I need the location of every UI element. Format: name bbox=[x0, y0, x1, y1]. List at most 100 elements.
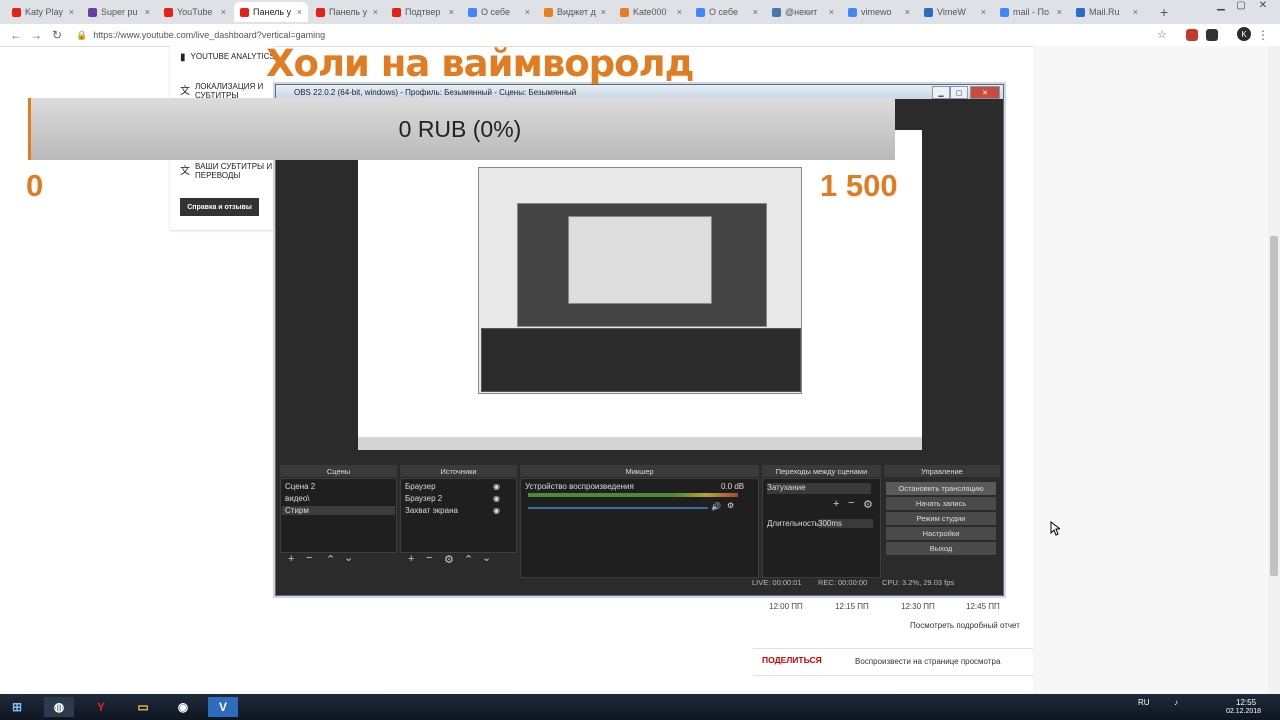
language-indicator[interactable]: RU bbox=[1138, 698, 1150, 707]
tab-close-icon[interactable]: × bbox=[981, 7, 986, 17]
tab-share[interactable]: ПОДЕЛИТЬСЯ bbox=[762, 655, 822, 665]
folder-icon[interactable]: ▭ bbox=[128, 697, 158, 717]
scene-item[interactable]: Сцена 2 bbox=[285, 482, 315, 491]
tab-close-icon[interactable]: × bbox=[449, 7, 454, 17]
studio-mode-button[interactable]: Режим студии bbox=[886, 512, 996, 525]
browser-tab[interactable]: О себе × bbox=[690, 2, 764, 22]
visibility-eye-icon[interactable]: ◉ bbox=[493, 482, 500, 491]
browser-tab[interactable]: mail - По × bbox=[994, 2, 1068, 22]
tab-close-icon[interactable]: × bbox=[525, 7, 530, 17]
tab-close-icon[interactable]: × bbox=[1133, 7, 1138, 17]
vimeworld-icon[interactable]: V bbox=[208, 697, 238, 717]
browser-tab[interactable]: Super pu × bbox=[82, 2, 156, 22]
browser-tab[interactable]: Панель у × bbox=[310, 2, 384, 22]
browser-tab[interactable]: Виджет д × bbox=[538, 2, 612, 22]
move-down-icon[interactable]: ⌄ bbox=[344, 551, 353, 564]
clock-time[interactable]: 12:55 bbox=[1236, 698, 1256, 707]
clock-date[interactable]: 02.12.2018 bbox=[1226, 708, 1261, 715]
browser-tab[interactable]: Katy Play × bbox=[6, 2, 80, 22]
rec-status: REC: 00:00:00 bbox=[818, 578, 868, 587]
tab-close-icon[interactable]: × bbox=[905, 7, 910, 17]
page-scroll-thumb[interactable] bbox=[1270, 236, 1278, 576]
browser-tab[interactable]: О себе × bbox=[462, 2, 536, 22]
speaker-icon[interactable]: 🔊 bbox=[711, 502, 721, 511]
sidebar-item-analytics[interactable]: ▮ YOUTUBE ANALYTICS bbox=[180, 52, 275, 63]
browser-tab[interactable]: Панель у × bbox=[234, 2, 308, 22]
stop-streaming-button[interactable]: Остановить трансляцию bbox=[886, 482, 996, 495]
settings-button[interactable]: Настройки bbox=[886, 527, 996, 540]
help-feedback-button[interactable]: Справка и отзывы bbox=[180, 198, 259, 216]
browser-tab[interactable]: Подтвер × bbox=[386, 2, 460, 22]
visibility-eye-icon[interactable]: ◉ bbox=[493, 506, 500, 515]
obs-maximize-icon[interactable]: ▢ bbox=[950, 86, 968, 99]
translate-icon: 文 bbox=[180, 166, 190, 177]
chrome-icon[interactable]: ◍ bbox=[44, 697, 74, 717]
exit-button[interactable]: Выход bbox=[886, 542, 996, 555]
move-down-icon[interactable]: ⌄ bbox=[482, 551, 491, 564]
detailed-report-link[interactable]: Посмотреть подробный отчет bbox=[910, 621, 1020, 630]
back-icon[interactable]: ← bbox=[10, 28, 22, 42]
visibility-eye-icon[interactable]: ◉ bbox=[493, 494, 500, 503]
remove-source-icon[interactable]: − bbox=[426, 552, 432, 564]
close-window-icon[interactable]: ✕ bbox=[1254, 0, 1272, 11]
browser-tab[interactable]: @некит × bbox=[766, 2, 840, 22]
tab-close-icon[interactable]: × bbox=[1057, 7, 1062, 17]
source-item[interactable]: Браузер 2 bbox=[405, 494, 442, 503]
transition-select[interactable]: Затухание bbox=[767, 483, 871, 494]
new-tab-button[interactable]: + bbox=[1160, 4, 1168, 20]
tab-close-icon[interactable]: × bbox=[373, 7, 378, 17]
obs-minimize-icon[interactable]: ▁ bbox=[932, 86, 950, 99]
browser-tab[interactable]: VimeW × bbox=[918, 2, 992, 22]
volume-icon[interactable]: ♪ bbox=[1174, 698, 1178, 707]
bookmark-star-icon[interactable]: ☆ bbox=[1157, 28, 1167, 41]
scene-item[interactable]: видео\ bbox=[285, 494, 310, 503]
tab-close-icon[interactable]: × bbox=[753, 7, 758, 17]
transitions-panel-title: Переходы между сценами bbox=[762, 465, 881, 477]
duration-input[interactable]: 300ms bbox=[818, 519, 873, 528]
tab-close-icon[interactable]: × bbox=[829, 7, 834, 17]
add-transition-icon[interactable]: + bbox=[833, 498, 839, 510]
forward-icon[interactable]: → bbox=[30, 28, 42, 42]
browser-tab[interactable]: YouTube × bbox=[158, 2, 232, 22]
scene-item-selected[interactable]: Стирм bbox=[282, 506, 395, 515]
tab-close-icon[interactable]: × bbox=[601, 7, 606, 17]
add-source-icon[interactable]: + bbox=[408, 553, 414, 565]
minimize-icon[interactable]: ▁ bbox=[1212, 0, 1230, 11]
browser-tab[interactable]: vimewo × bbox=[842, 2, 916, 22]
obs-title: OBS 22.0.2 (64-bit, windows) - Профиль: … bbox=[294, 87, 577, 97]
browser-tab[interactable]: Kate000 × bbox=[614, 2, 688, 22]
source-item[interactable]: Браузер bbox=[405, 482, 436, 491]
viewers-chart: 12:00 ПП 12:15 ПП 12:30 ПП 12:45 ПП bbox=[753, 596, 1033, 696]
tab-close-icon[interactable]: × bbox=[145, 7, 150, 17]
move-up-icon[interactable]: ⌃ bbox=[464, 553, 473, 566]
start-button-icon[interactable]: ⊞ bbox=[2, 697, 32, 717]
tab-close-icon[interactable]: × bbox=[297, 7, 302, 17]
obs-icon[interactable]: ◉ bbox=[168, 697, 198, 717]
scenes-list: Сцена 2 видео\ Стирм bbox=[280, 478, 397, 553]
browser-tab[interactable]: Mail.Ru × bbox=[1070, 2, 1144, 22]
remove-transition-icon[interactable]: − bbox=[848, 497, 854, 509]
extension-icon[interactable] bbox=[1186, 29, 1198, 41]
menu-icon[interactable]: ⋮ bbox=[1257, 28, 1269, 42]
transition-gear-icon[interactable]: ⚙ bbox=[863, 498, 873, 511]
tab-close-icon[interactable]: × bbox=[677, 7, 682, 17]
maximize-icon[interactable]: ▢ bbox=[1232, 0, 1250, 11]
tab-close-icon[interactable]: × bbox=[69, 7, 74, 17]
reload-icon[interactable]: ↻ bbox=[52, 28, 62, 42]
move-up-icon[interactable]: ⌃ bbox=[326, 553, 335, 566]
youtube-right-column bbox=[1033, 46, 1273, 696]
address-bar[interactable]: 🔒 https://www.youtube.com/live_dashboard… bbox=[76, 27, 1176, 43]
mixer-gear-icon[interactable]: ⚙ bbox=[727, 501, 734, 510]
sidebar-item-subtitles[interactable]: 文 ВАШИ СУБТИТРЫ И ПЕРЕВОДЫ bbox=[180, 162, 275, 180]
remove-scene-icon[interactable]: − bbox=[306, 552, 312, 564]
obs-close-icon[interactable]: ✕ bbox=[970, 86, 1000, 99]
start-recording-button[interactable]: Начать запись bbox=[886, 497, 996, 510]
source-item[interactable]: Захват экрана bbox=[405, 506, 458, 515]
add-scene-icon[interactable]: + bbox=[288, 553, 294, 565]
yandex-icon[interactable]: Y bbox=[86, 697, 116, 717]
tab-close-icon[interactable]: × bbox=[221, 7, 226, 17]
profile-avatar[interactable]: K bbox=[1237, 27, 1251, 41]
volume-slider[interactable] bbox=[528, 507, 708, 509]
extension-icon[interactable] bbox=[1206, 29, 1218, 41]
source-settings-gear-icon[interactable]: ⚙ bbox=[444, 553, 454, 566]
